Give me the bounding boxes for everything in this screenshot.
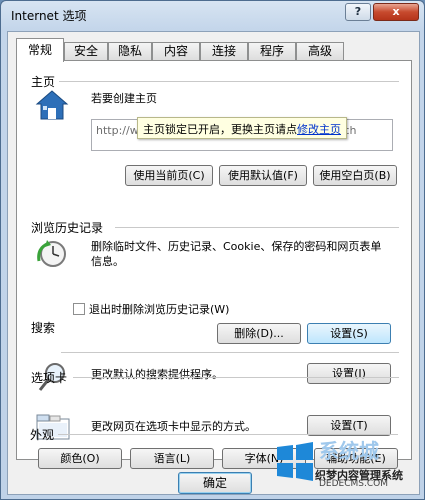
tabs-description: 更改网页在选项卡中显示的方式。 xyxy=(91,420,256,433)
history-settings-button[interactable]: 设置(S) xyxy=(307,323,391,344)
watermark-brand: 系统城 xyxy=(319,439,379,463)
home-icon xyxy=(35,90,69,120)
search-description: 更改默认的搜索提供程序。 xyxy=(91,368,223,381)
search-settings-button[interactable]: 设置(I) xyxy=(307,363,391,384)
tab-privacy[interactable]: 隐私 xyxy=(108,42,152,61)
homepage-section-title: 主页 xyxy=(31,75,56,89)
modify-homepage-link[interactable]: 修改主页 xyxy=(297,123,341,136)
help-button[interactable]: ? xyxy=(345,3,371,21)
internet-options-window: Internet 选项 ? x 常规 安全 隐私 内容 连接 程序 高级 主页 … xyxy=(0,0,425,500)
tabs-divider xyxy=(73,377,399,378)
history-divider xyxy=(115,227,399,228)
search-divider xyxy=(61,352,399,353)
watermark-logo-icon xyxy=(277,442,313,481)
history-section-title: 浏览历史记录 xyxy=(31,221,104,235)
tab-connections[interactable]: 连接 xyxy=(200,42,248,61)
tab-security[interactable]: 安全 xyxy=(64,42,108,61)
colors-button[interactable]: 颜色(O) xyxy=(38,448,122,469)
history-description: 删除临时文件、历史记录、Cookie、保存的密码和网页表单信息。 xyxy=(91,240,382,268)
languages-button[interactable]: 语言(L) xyxy=(130,448,214,469)
general-tab-panel: 主页 若要创建主页 http://www.baidu.com/?tn=98012… xyxy=(16,60,412,460)
watermark-domain: DEDECMS.COM xyxy=(319,479,388,489)
homepage-lock-tooltip: 主页锁定已开启，更换主页请点修改主页 xyxy=(137,117,347,139)
close-button[interactable]: x xyxy=(373,3,419,21)
site-watermark: 系统城 织梦内容管理系统 DEDECMS.COM xyxy=(271,433,421,497)
use-blank-button[interactable]: 使用空白页(B) xyxy=(313,165,397,186)
homepage-divider xyxy=(59,81,399,82)
tabs-section-title: 选项卡 xyxy=(31,371,68,385)
use-current-button[interactable]: 使用当前页(C) xyxy=(125,165,213,186)
tooltip-text: 主页锁定已开启，更换主页请点 xyxy=(143,123,297,136)
search-section-title: 搜索 xyxy=(31,321,56,335)
tab-advanced[interactable]: 高级 xyxy=(296,42,344,61)
title-bar[interactable]: Internet 选项 ? x xyxy=(1,1,424,29)
homepage-description: 若要创建主页 xyxy=(91,92,157,105)
appearance-section-title: 外观 xyxy=(30,428,55,442)
tab-general[interactable]: 常规 xyxy=(16,38,64,62)
ok-button[interactable]: 确定 xyxy=(178,472,252,494)
tab-programs[interactable]: 程序 xyxy=(248,42,296,61)
window-title: Internet 选项 xyxy=(11,9,87,23)
use-default-button[interactable]: 使用默认值(F) xyxy=(219,165,307,186)
tab-content[interactable]: 内容 xyxy=(152,42,200,61)
delete-on-exit-checkbox[interactable] xyxy=(73,303,85,315)
history-clock-icon xyxy=(37,240,66,267)
delete-on-exit-row[interactable]: 退出时删除浏览历史记录(W) xyxy=(73,301,229,317)
delete-on-exit-label: 退出时删除浏览历史记录(W) xyxy=(89,303,230,316)
dialog-client: 常规 安全 隐私 内容 连接 程序 高级 主页 若要创建主页 http://ww… xyxy=(7,31,420,495)
delete-history-button[interactable]: 删除(D)... xyxy=(217,323,301,344)
